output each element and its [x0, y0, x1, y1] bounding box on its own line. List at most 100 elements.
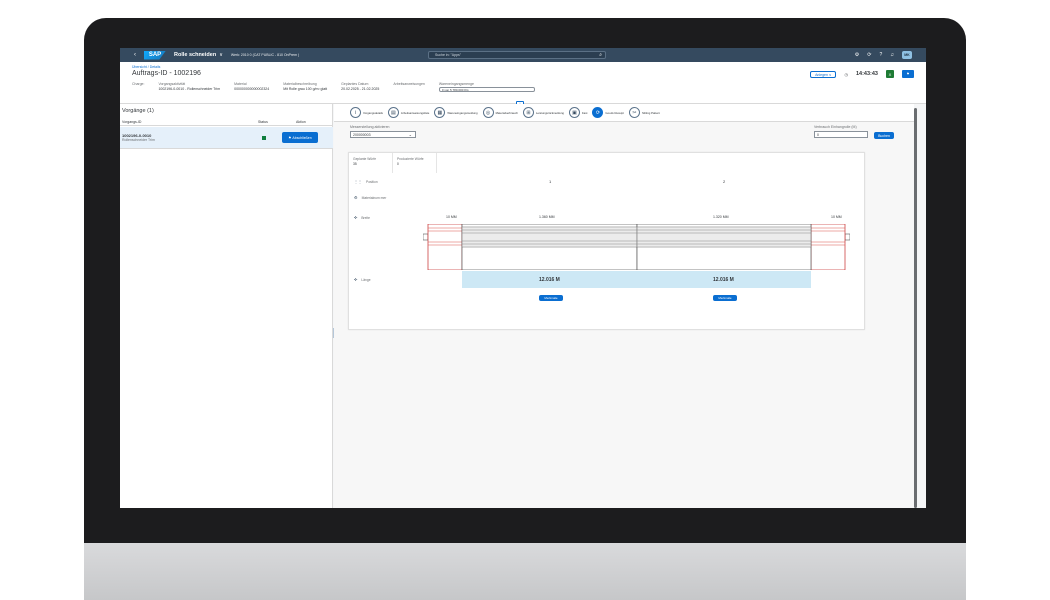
roll-core-left [423, 233, 429, 241]
help-icon[interactable]: ? [879, 52, 882, 58]
step-materialverbrauch[interactable]: ◎ Materialverbrauch [482, 107, 518, 118]
col-id: Vorgangs-ID [122, 120, 142, 124]
step-fast[interactable]: ▣ Fast [568, 107, 588, 118]
attribute-label: Wareneingangsmenge [438, 82, 474, 86]
step-leistungsr-ckmeldung[interactable]: ⊞ Leistungsrückmeldung [522, 107, 564, 118]
consumption-label: Verbrauch Einhangrolle (M) [814, 125, 857, 129]
length-2: 12.016 M [713, 277, 734, 283]
length-band [462, 271, 811, 288]
consumption-group: Verbrauch Einhangrolle (M) 0 [814, 125, 868, 138]
width-1: 1.360 MM [539, 215, 555, 219]
search-input[interactable]: Suche in: "Apps" ⌕ [428, 51, 606, 59]
width-2: 1.320 MM [713, 215, 729, 219]
create-button[interactable]: Anlegen ∨ [810, 70, 837, 78]
clock-icon: ◷ [844, 71, 848, 77]
width-right-trim: 10 MM [831, 215, 842, 219]
step-icon: ▣ [568, 107, 580, 118]
step-icon: ⊞ [522, 107, 534, 118]
system-info: Werk: 2010 0 (CAT PUBLIC - 810 OnPrem ) [230, 53, 300, 57]
scrollbar[interactable] [914, 108, 917, 508]
attribute-label: Arbeitsanweisungen [393, 82, 425, 86]
step-wareneingangsmeldung[interactable]: ▦ Wareneingangsmeldung [434, 107, 478, 118]
header-attribute: Material 000000000000002324 [234, 82, 269, 92]
header-attribute: Charge: [132, 82, 144, 92]
header-attribute: Wareneingangsmenge 0 von 5 780.000 KG [438, 82, 535, 92]
step-icon: i [350, 107, 361, 118]
header-actions: Anlegen ∨ ◷ 14:43:43 X ⚑ [810, 70, 914, 78]
roll-shade [462, 227, 811, 247]
slitting-card: Geplante Würfe 35 Produzierte Würfe 0 ⋮⋮ Po… [348, 152, 865, 330]
position-1: 1 [549, 179, 552, 184]
object-header: Übersicht / Details Auftrags-ID - 100219… [120, 62, 926, 106]
app-title[interactable]: Rolle schneiden [174, 52, 216, 58]
attribute-value: 20.02.2025 - 21.02.2025 [341, 87, 380, 91]
col-status: Status [258, 120, 268, 124]
book-button[interactable]: Buchen [874, 132, 894, 139]
list-title: Vorgänge (1) [122, 108, 154, 114]
step-icon: ▦ [434, 107, 446, 118]
attribute-value: 1002196-0-0010 - Rollenschneider Trim [158, 87, 221, 91]
excel-icon[interactable]: X [886, 70, 894, 78]
avatar[interactable]: MK [902, 51, 912, 59]
step-arbeitsanweisungsliste[interactable]: ▤ Arbeitsanweisungsliste [387, 107, 430, 118]
attribute-label: Geplantes Datum [341, 82, 369, 86]
search-placeholder: Suche in: "Apps" [435, 53, 462, 57]
complete-button[interactable]: ⚑ Abschließen [282, 132, 318, 143]
search-icon[interactable]: ⌕ [599, 52, 602, 59]
timer: 14:43:43 [855, 71, 878, 77]
step-icon: ✂ [628, 107, 640, 118]
row-material: ⚙ Materialnum mer [354, 195, 387, 200]
characteristics-button-2[interactable]: Merkmale [713, 295, 737, 301]
chevron-down-icon[interactable]: ∨ [219, 52, 223, 58]
shell-bar: ‹ SAP Rolle schneiden ∨ Werk: 2010 0 (CA… [120, 48, 926, 62]
header-attributes: Charge: Vorgangsaktivität 1002196-0-0010 -… [132, 82, 549, 92]
step-slitting-pattern[interactable]: ✂ Slitting Pattern [628, 107, 661, 118]
shell-actions: ⚙ ⟳ ? ♫ MK [855, 51, 912, 59]
kpi-produced: Produzierte Würfe 0 [393, 153, 437, 173]
length-icon: ✣ [354, 277, 358, 282]
slitting-select[interactable]: 200000003 ⌄ [350, 131, 416, 138]
step-label: Vorgangsdetails [363, 110, 383, 115]
characteristics-button-1[interactable]: Merkmale [539, 295, 563, 301]
back-button[interactable]: ‹ [130, 52, 140, 58]
header-attribute: Arbeitsanweisungen [393, 82, 425, 92]
monitor-chin [84, 543, 966, 600]
header-attribute: Geplantes Datum 20.02.2025 - 21.02.2025 [341, 82, 379, 92]
status-indicator [262, 136, 266, 140]
step-vorgangsdetails[interactable]: i Vorgangsdetails [350, 107, 383, 118]
sap-logo[interactable]: SAP [144, 50, 166, 60]
page-title: Auftrags-ID - 1002196 [132, 70, 201, 77]
list-icon: ⋮⋮ [354, 179, 362, 184]
length-1: 12.016 M [539, 277, 560, 283]
operations-list: Vorgänge (1) Vorgangs-ID Status Aktion 1… [120, 104, 333, 508]
slitting-select-label: Messerstellung aktivieren [350, 125, 390, 129]
breadcrumb[interactable]: Übersicht / Details [132, 65, 160, 69]
step-label: Wareneingangsmeldung [447, 110, 478, 115]
list-item[interactable]: 1002196-0-0010 Rollenschneider Trim ⚑ Ab… [120, 127, 333, 149]
gear-icon: ⚙ [354, 195, 358, 200]
step-goods-receipt[interactable]: ⟳ Goods Receipt [592, 107, 624, 118]
sync-icon[interactable]: ⟳ [867, 52, 871, 58]
step-label: Materialverbrauch [495, 110, 518, 115]
width-left-trim: 10 MM [446, 215, 457, 219]
detail-pane: i Vorgangsdetails ▤ Arbeitsanweisungsliste ▦… [334, 104, 914, 508]
attribute-value: 000000000000002324 [234, 87, 270, 91]
row-position: ⋮⋮ Position [354, 179, 378, 184]
settings-icon[interactable]: ⚙ [855, 52, 859, 58]
chevron-down-icon[interactable]: ⌄ [409, 132, 412, 138]
roll-diagram [423, 224, 850, 270]
col-action: Aktion [296, 120, 306, 124]
flag-icon[interactable]: ⚑ [902, 70, 914, 78]
operation-text: Rollenschneider Trim [122, 138, 155, 142]
consumption-input[interactable]: 0 [814, 131, 868, 138]
width-icon: ✣ [354, 215, 358, 220]
row-width: ✣ Breite [354, 215, 370, 220]
step-label: Goods Receipt [605, 110, 624, 115]
step-label: Fast [581, 110, 588, 115]
step-label: Slitting Pattern [641, 110, 661, 115]
notification-icon[interactable]: ♫ [890, 52, 894, 58]
header-attribute: Vorgangsaktivität 1002196-0-0010 - Rollen… [158, 82, 220, 92]
row-length: ✣ Länge [354, 277, 371, 282]
step-label: Arbeitsanweisungsliste [400, 110, 430, 115]
step-bar: i Vorgangsdetails ▤ Arbeitsanweisungsliste ▦… [334, 104, 914, 122]
